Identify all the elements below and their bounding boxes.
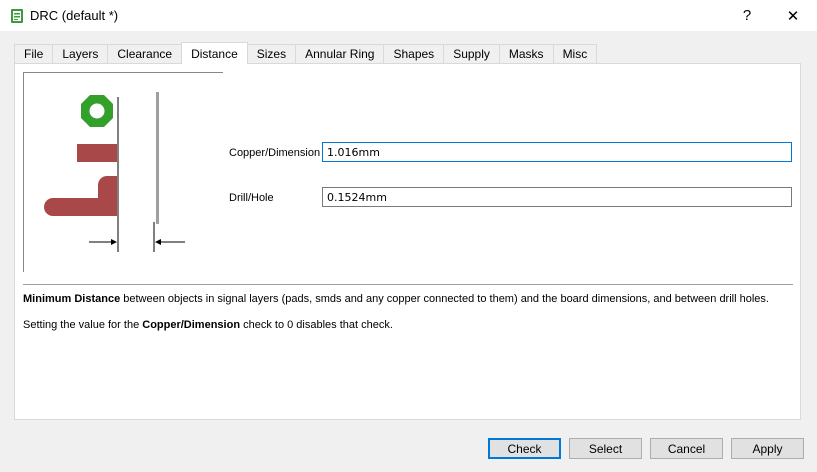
description-text: between objects in signal layers (pads, … <box>120 293 769 305</box>
tab-bar: File Layers Clearance Distance Sizes Ann… <box>14 42 598 64</box>
description-line-2: Setting the value for the Copper/Dimensi… <box>23 319 393 331</box>
description-line-1: Minimum Distance between objects in sign… <box>23 293 769 305</box>
description-text: Setting the value for the <box>23 319 143 331</box>
check-button[interactable]: Check <box>488 438 561 459</box>
copper-dimension-input[interactable] <box>322 142 792 162</box>
tab-file[interactable]: File <box>14 44 54 63</box>
description-bold-term: Copper/Dimension <box>142 319 241 331</box>
select-button[interactable]: Select <box>569 438 642 459</box>
distance-panel: Copper/Dimension Drill/Hole Minimum Dist… <box>14 63 801 420</box>
tab-distance[interactable]: Distance <box>181 42 248 64</box>
tab-shapes[interactable]: Shapes <box>383 44 445 63</box>
description-bold-term: Minimum Distance <box>23 293 121 305</box>
drc-chip-icon <box>11 9 23 23</box>
tab-masks[interactable]: Masks <box>498 44 554 63</box>
tab-clearance[interactable]: Clearance <box>107 44 183 63</box>
cancel-button[interactable]: Cancel <box>650 438 723 459</box>
distance-diagram-icon <box>23 72 223 272</box>
copper-dimension-label: Copper/Dimension <box>229 147 321 159</box>
tab-annular-ring[interactable]: Annular Ring <box>295 44 385 63</box>
title-bar: DRC (default *) ? ✕ <box>0 0 817 31</box>
tab-sizes[interactable]: Sizes <box>246 44 297 63</box>
drill-hole-input[interactable] <box>322 187 792 207</box>
description-text: check to 0 disables that check. <box>240 319 393 331</box>
close-button[interactable]: ✕ <box>770 0 816 31</box>
drill-hole-label: Drill/Hole <box>229 192 274 204</box>
window-title: DRC (default *) <box>30 8 119 23</box>
separator <box>23 284 793 285</box>
tab-layers[interactable]: Layers <box>52 44 109 63</box>
apply-button[interactable]: Apply <box>731 438 804 459</box>
tab-supply[interactable]: Supply <box>443 44 500 63</box>
tab-misc[interactable]: Misc <box>552 44 598 63</box>
help-button[interactable]: ? <box>724 0 770 31</box>
